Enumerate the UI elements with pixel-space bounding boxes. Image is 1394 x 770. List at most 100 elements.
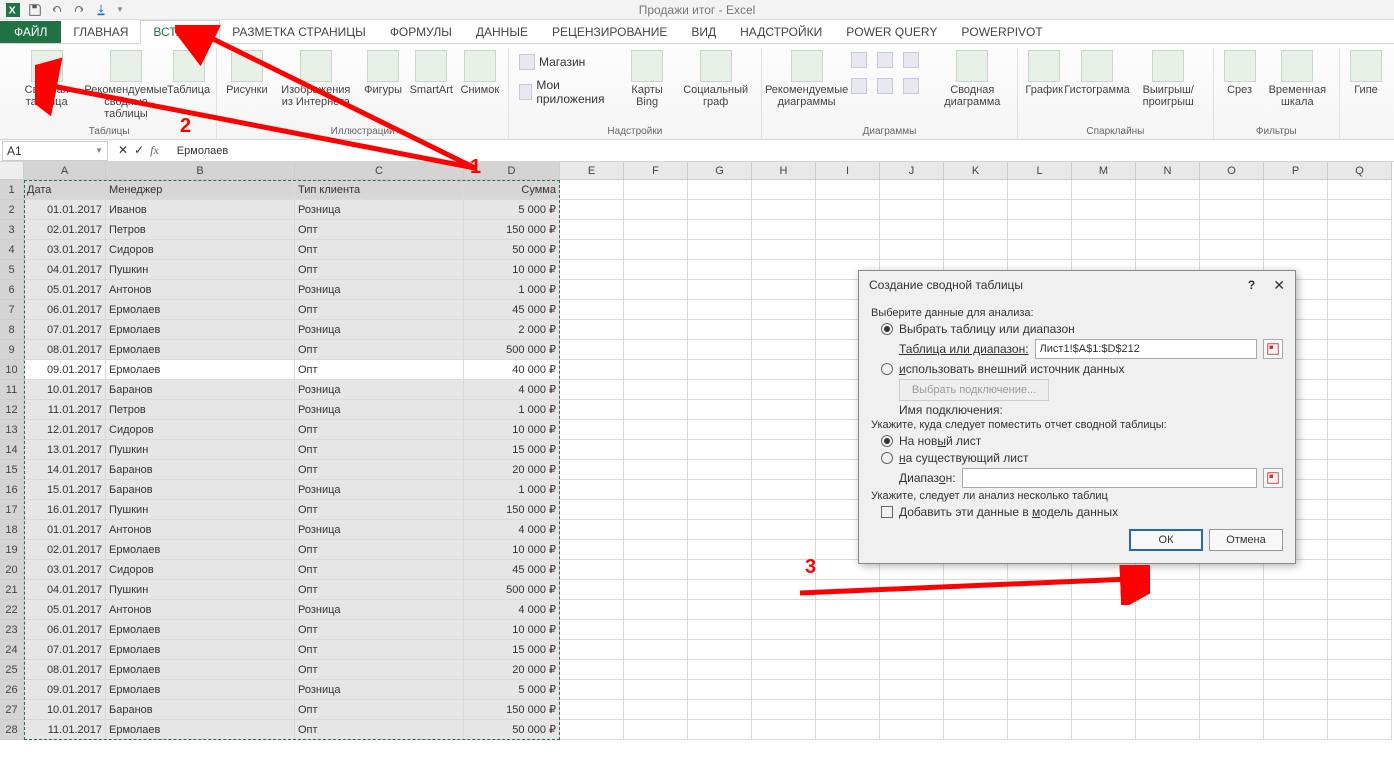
- cell[interactable]: 5 000 ₽: [464, 200, 560, 220]
- cell[interactable]: [880, 240, 944, 260]
- cell[interactable]: 07.01.2017: [24, 320, 106, 340]
- cell[interactable]: [688, 280, 752, 300]
- row-header[interactable]: 8: [0, 320, 24, 340]
- cell[interactable]: [560, 380, 624, 400]
- cell[interactable]: [1328, 700, 1392, 720]
- cell[interactable]: [1328, 260, 1392, 280]
- column-header[interactable]: O: [1200, 162, 1264, 180]
- cell[interactable]: [752, 320, 816, 340]
- cell[interactable]: [1136, 680, 1200, 700]
- cell[interactable]: [1328, 720, 1392, 740]
- cell[interactable]: Антонов: [106, 280, 295, 300]
- cell[interactable]: Баранов: [106, 700, 295, 720]
- cell[interactable]: [1200, 220, 1264, 240]
- cell[interactable]: [752, 340, 816, 360]
- cell[interactable]: [816, 600, 880, 620]
- cell[interactable]: [1200, 240, 1264, 260]
- cell[interactable]: [1136, 220, 1200, 240]
- cell[interactable]: Пушкин: [106, 440, 295, 460]
- cell[interactable]: [560, 300, 624, 320]
- cell[interactable]: [816, 680, 880, 700]
- cell[interactable]: [1200, 200, 1264, 220]
- sparkline-winloss-button[interactable]: Выигрыш/ проигрыш: [1130, 48, 1207, 124]
- cell[interactable]: [880, 180, 944, 200]
- formula-input[interactable]: [173, 141, 1394, 161]
- cell[interactable]: [1264, 200, 1328, 220]
- column-header[interactable]: P: [1264, 162, 1328, 180]
- cell[interactable]: [1072, 180, 1136, 200]
- cell[interactable]: [1136, 660, 1200, 680]
- cell[interactable]: [688, 480, 752, 500]
- cell[interactable]: [880, 220, 944, 240]
- cell[interactable]: Опт: [295, 720, 464, 740]
- tab-insert[interactable]: ВСТАВКА: [140, 20, 220, 44]
- radio-new-sheet[interactable]: На новый лист: [881, 434, 1283, 448]
- my-apps-button[interactable]: Мои приложения: [515, 76, 618, 108]
- cell[interactable]: [1008, 600, 1072, 620]
- cell[interactable]: [560, 520, 624, 540]
- cell[interactable]: [1328, 580, 1392, 600]
- cancel-formula-icon[interactable]: ✕: [118, 143, 128, 158]
- column-header[interactable]: C: [295, 162, 464, 180]
- cell[interactable]: [1328, 360, 1392, 380]
- row-header[interactable]: 27: [0, 700, 24, 720]
- cell[interactable]: Розница: [295, 480, 464, 500]
- row-header[interactable]: 21: [0, 580, 24, 600]
- touch-icon[interactable]: [94, 3, 108, 17]
- cell[interactable]: [624, 340, 688, 360]
- tab-view[interactable]: ВИД: [679, 21, 728, 43]
- cell[interactable]: Опт: [295, 560, 464, 580]
- row-header[interactable]: 10: [0, 360, 24, 380]
- cell[interactable]: Опт: [295, 220, 464, 240]
- cell[interactable]: [624, 680, 688, 700]
- cell[interactable]: [624, 200, 688, 220]
- row-header[interactable]: 20: [0, 560, 24, 580]
- cell[interactable]: 20 000 ₽: [464, 660, 560, 680]
- ok-button[interactable]: ОК: [1129, 529, 1203, 551]
- cell[interactable]: [560, 560, 624, 580]
- cell[interactable]: [1072, 580, 1136, 600]
- row-header[interactable]: 26: [0, 680, 24, 700]
- cell[interactable]: [816, 200, 880, 220]
- row-header[interactable]: 16: [0, 480, 24, 500]
- cell[interactable]: [1136, 580, 1200, 600]
- cell[interactable]: [1136, 200, 1200, 220]
- cell[interactable]: [624, 220, 688, 240]
- cell[interactable]: 03.01.2017: [24, 560, 106, 580]
- cell[interactable]: [1328, 440, 1392, 460]
- cell[interactable]: 4 000 ₽: [464, 380, 560, 400]
- cell[interactable]: Ермолаев: [106, 720, 295, 740]
- column-header[interactable]: B: [106, 162, 295, 180]
- cell[interactable]: 09.01.2017: [24, 360, 106, 380]
- dialog-close-icon[interactable]: ✕: [1273, 277, 1285, 294]
- cell[interactable]: Иванов: [106, 200, 295, 220]
- cell[interactable]: [752, 360, 816, 380]
- cell[interactable]: [688, 620, 752, 640]
- cell[interactable]: [880, 720, 944, 740]
- cell[interactable]: [560, 220, 624, 240]
- cell[interactable]: [1136, 720, 1200, 740]
- cell[interactable]: 2 000 ₽: [464, 320, 560, 340]
- timeline-button[interactable]: Временная шкала: [1262, 48, 1333, 124]
- cell[interactable]: [624, 640, 688, 660]
- cell[interactable]: 03.01.2017: [24, 240, 106, 260]
- cell[interactable]: [752, 220, 816, 240]
- cell[interactable]: [1200, 720, 1264, 740]
- row-header[interactable]: 25: [0, 660, 24, 680]
- redo-icon[interactable]: [72, 3, 86, 17]
- recommended-pivot-button[interactable]: Рекомендуемые сводные таблицы: [87, 48, 164, 124]
- cell[interactable]: [688, 180, 752, 200]
- screenshot-button[interactable]: Снимок: [458, 48, 502, 124]
- cell[interactable]: 150 000 ₽: [464, 500, 560, 520]
- cell[interactable]: [752, 240, 816, 260]
- cell[interactable]: Пушкин: [106, 500, 295, 520]
- column-header[interactable]: J: [880, 162, 944, 180]
- radio-external-source[interactable]: ииспользовать внешний источник данныхспо…: [881, 362, 1283, 376]
- cell[interactable]: 10 000 ₽: [464, 540, 560, 560]
- cell[interactable]: [752, 420, 816, 440]
- cell[interactable]: 05.01.2017: [24, 280, 106, 300]
- cell[interactable]: [1200, 660, 1264, 680]
- tab-file[interactable]: ФАЙЛ: [0, 21, 61, 43]
- row-header[interactable]: 22: [0, 600, 24, 620]
- cell[interactable]: [1328, 280, 1392, 300]
